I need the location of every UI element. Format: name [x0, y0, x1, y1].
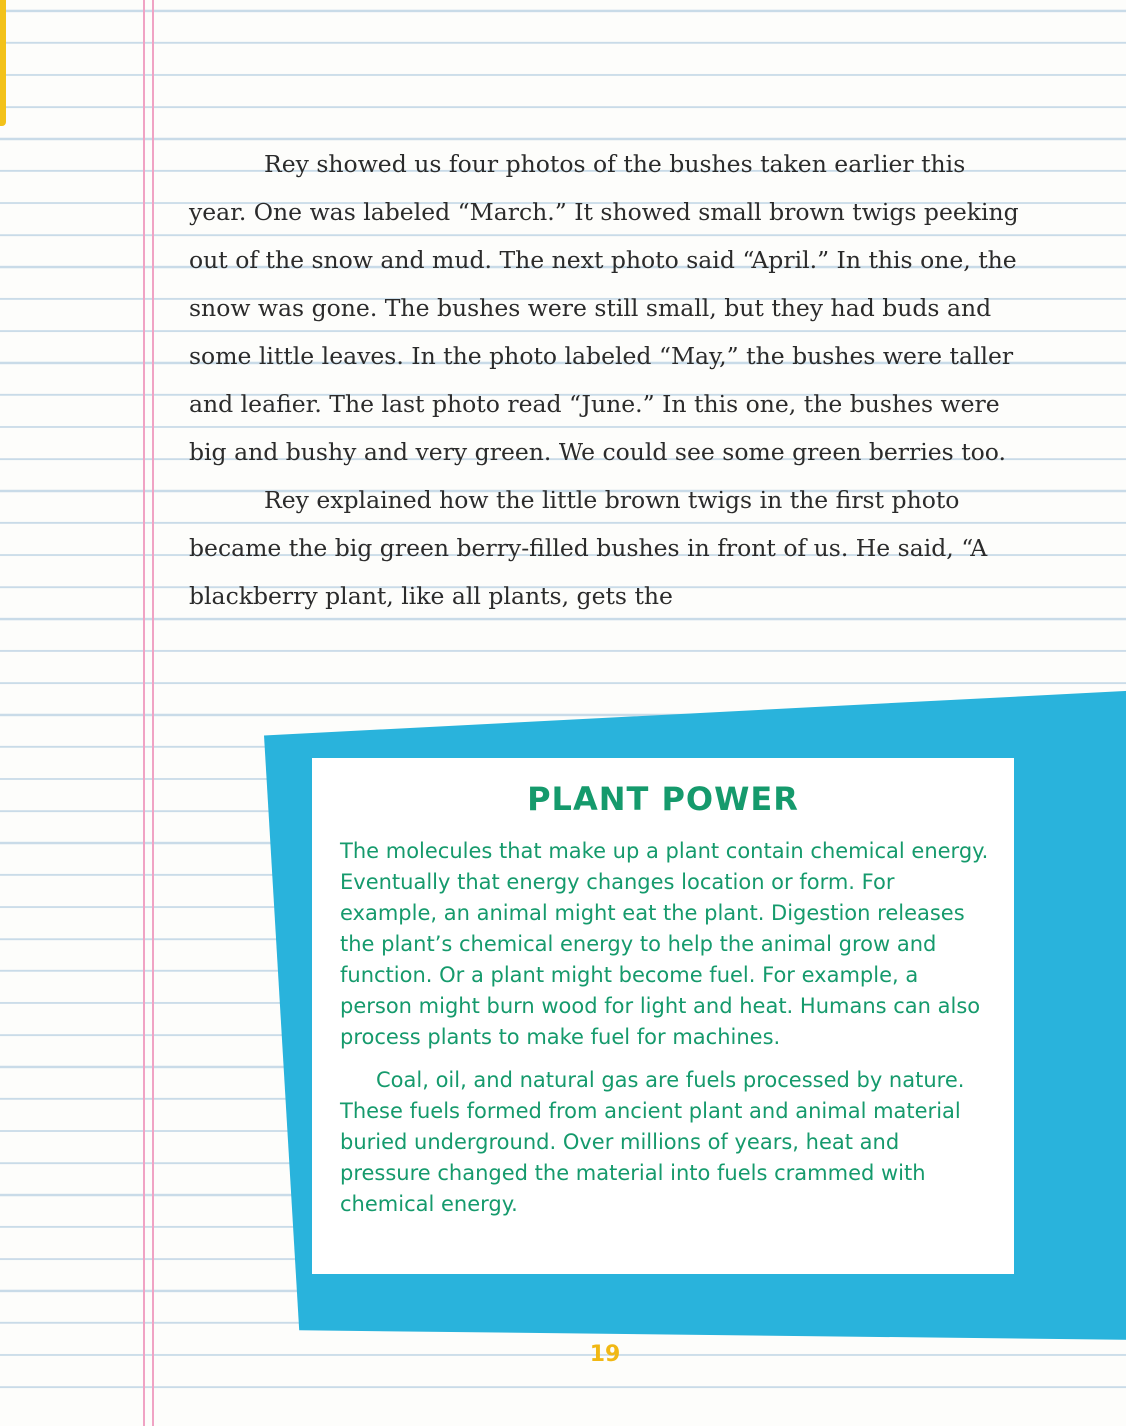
page-number: 19 [589, 1342, 621, 1367]
body-text: Rey showed us four photos of the bushes … [189, 140, 1019, 620]
body-paragraph: Rey showed us four photos of the bushes … [189, 150, 1019, 466]
sidebar-text: The molecules that make up a plant conta… [340, 836, 990, 1232]
margin-line [143, 0, 145, 1426]
sidebar-paragraph: The molecules that make up a plant conta… [340, 839, 989, 1049]
margin-line [152, 0, 154, 1426]
sidebar-paragraph: Coal, oil, and natural gas are fuels pro… [340, 1068, 965, 1216]
body-paragraph: Rey explained how the little brown twigs… [189, 486, 988, 610]
plant-power-card: PLANT POWER The molecules that make up a… [312, 758, 1014, 1274]
yellow-tab-edge [0, 0, 6, 126]
sidebar-title: PLANT POWER [527, 780, 799, 818]
